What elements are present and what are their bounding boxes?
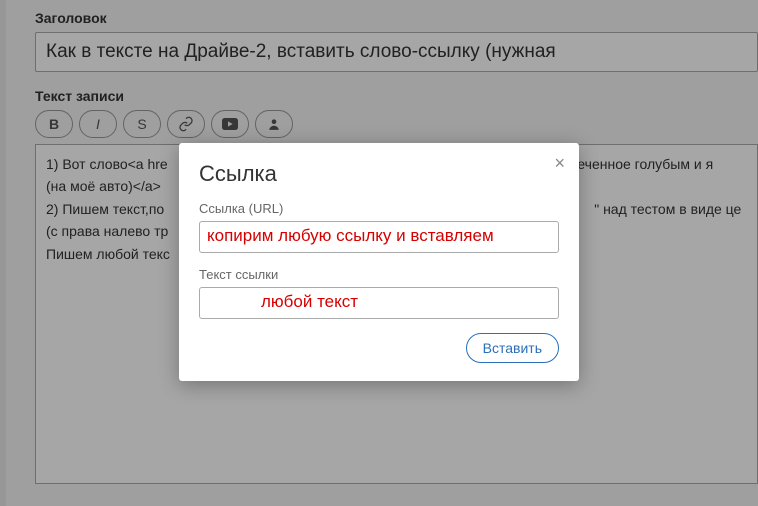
modal-footer: Вставить (199, 333, 559, 363)
close-button[interactable]: × (554, 153, 565, 174)
link-text-input[interactable] (199, 287, 559, 319)
modal-overlay[interactable]: × Ссылка Ссылка (URL) копирим любую ссыл… (0, 0, 758, 506)
link-text-label: Текст ссылки (199, 267, 559, 282)
url-input-wrap: копирим любую ссылку и вставляем (199, 221, 559, 253)
modal-title: Ссылка (199, 161, 559, 187)
url-label: Ссылка (URL) (199, 201, 559, 216)
insert-button[interactable]: Вставить (466, 333, 559, 363)
link-modal: × Ссылка Ссылка (URL) копирим любую ссыл… (179, 143, 579, 381)
url-input[interactable] (199, 221, 559, 253)
close-icon: × (554, 153, 565, 173)
text-input-wrap: любой текст (199, 287, 559, 319)
insert-button-label: Вставить (483, 340, 542, 356)
